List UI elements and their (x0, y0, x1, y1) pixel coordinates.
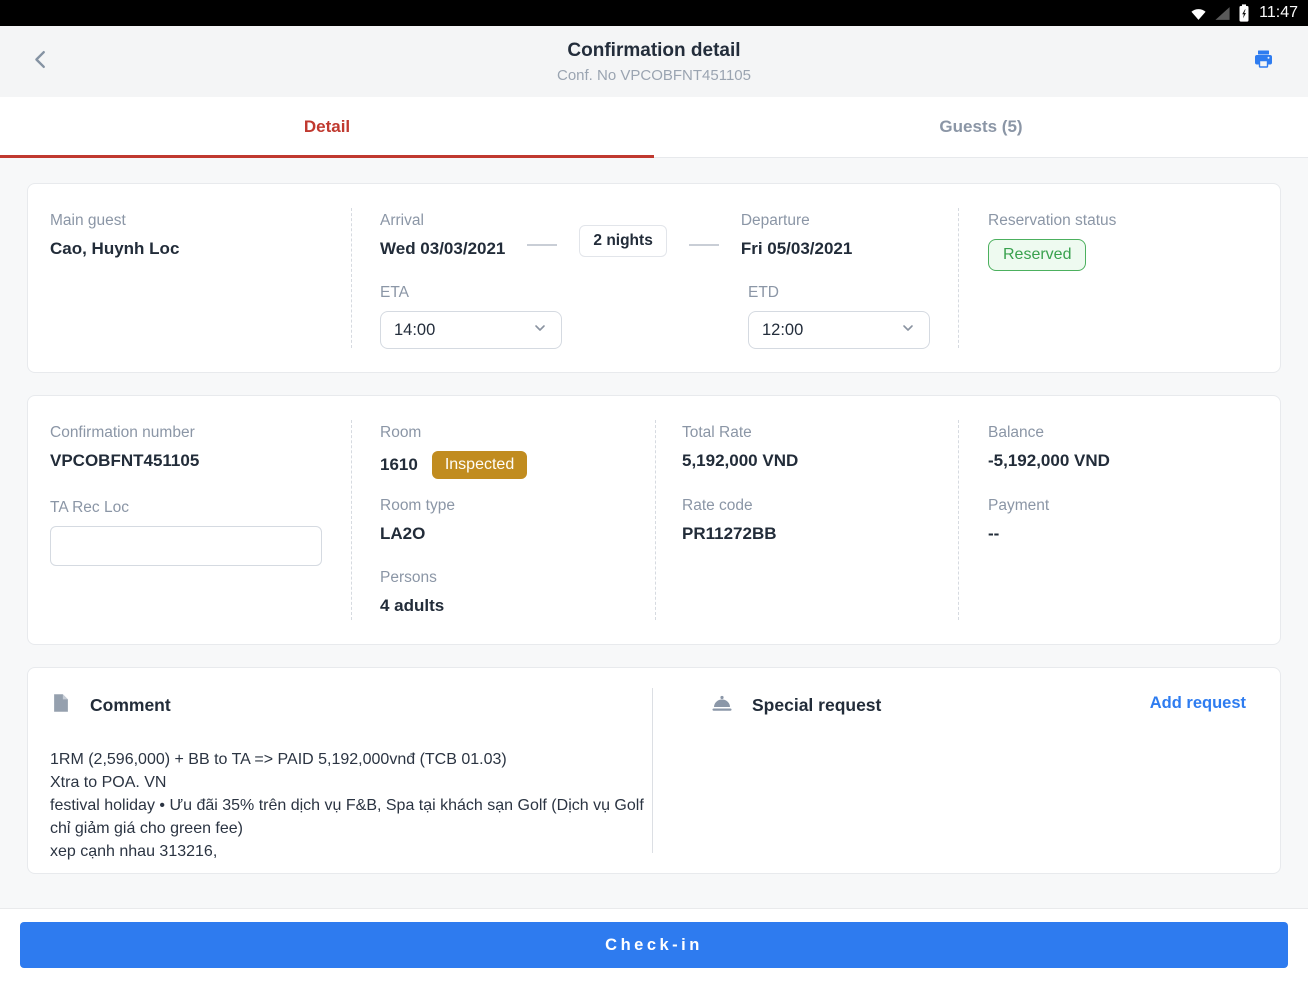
ta-rec-loc-label: TA Rec Loc (50, 499, 322, 517)
departure-label: Departure (741, 212, 853, 230)
reservation-status-field: Reservation status Reserved (988, 212, 1116, 271)
tab-guests[interactable]: Guests (5) (654, 97, 1308, 157)
eta-select[interactable]: 14:00 (380, 311, 562, 349)
divider (351, 208, 352, 348)
confirmation-number-field: Confirmation number VPCOBFNT451105 (50, 424, 199, 471)
status-bar: 11:47 (0, 0, 1308, 26)
total-rate-value: 5,192,000 VND (682, 451, 798, 471)
payment-label: Payment (988, 497, 1049, 515)
connector-dash (689, 244, 719, 246)
divider (652, 688, 653, 853)
rate-code-value: PR11272BB (682, 524, 777, 544)
room-type-field: Room type LA2O (380, 497, 455, 544)
ta-rec-loc-input[interactable] (50, 526, 322, 566)
balance-value: -5,192,000 VND (988, 451, 1110, 471)
etd-label: ETD (748, 284, 930, 302)
page-title: Confirmation detail (557, 40, 751, 62)
payment-field: Payment -- (988, 497, 1049, 544)
comment-header: Comment (50, 692, 171, 719)
total-rate-label: Total Rate (682, 424, 798, 442)
etd-field: ETD 12:00 (748, 284, 930, 349)
total-rate-field: Total Rate 5,192,000 VND (682, 424, 798, 471)
arrival-field: Arrival Wed 03/03/2021 (380, 212, 505, 259)
room-value: 1610 (380, 455, 418, 475)
departure-value: Fri 05/03/2021 (741, 239, 853, 259)
chevron-down-icon (532, 320, 548, 341)
special-request-header: Special request (710, 692, 881, 719)
main-guest-field: Main guest Cao, Huynh Loc (50, 212, 179, 259)
eta-value: 14:00 (394, 321, 435, 340)
persons-field: Persons 4 adults (380, 569, 444, 616)
back-button[interactable] (26, 44, 56, 79)
print-button[interactable] (1247, 43, 1280, 80)
special-request-title: Special request (752, 695, 881, 716)
balance-field: Balance -5,192,000 VND (988, 424, 1110, 471)
eta-label: ETA (380, 284, 562, 302)
content: Main guest Cao, Huynh Loc Arrival Wed 03… (0, 158, 1308, 908)
room-label: Room (380, 424, 527, 442)
stay-dates-row: Arrival Wed 03/03/2021 2 nights Departur… (380, 212, 852, 259)
add-request-link[interactable]: Add request (1150, 694, 1246, 713)
confirmation-number-value: VPCOBFNT451105 (50, 451, 199, 471)
balance-label: Balance (988, 424, 1110, 442)
comment-title: Comment (90, 695, 171, 716)
persons-label: Persons (380, 569, 444, 587)
arrival-label: Arrival (380, 212, 505, 230)
cloche-icon (710, 692, 734, 719)
chevron-down-icon (900, 320, 916, 341)
etd-select[interactable]: 12:00 (748, 311, 930, 349)
room-type-value: LA2O (380, 524, 455, 544)
departure-field: Departure Fri 05/03/2021 (741, 212, 853, 259)
room-type-label: Room type (380, 497, 455, 515)
payment-value: -- (988, 524, 1049, 544)
etd-value: 12:00 (762, 321, 803, 340)
stay-summary-card: Main guest Cao, Huynh Loc Arrival Wed 03… (27, 183, 1281, 373)
wifi-icon (1190, 6, 1207, 21)
footer: Check-in (0, 908, 1308, 981)
check-in-button[interactable]: Check-in (20, 922, 1288, 968)
reservation-status-badge: Reserved (988, 239, 1086, 271)
tab-bar: Detail Guests (5) (0, 97, 1308, 158)
connector-dash (527, 244, 557, 246)
room-inspected-badge: Inspected (432, 451, 527, 479)
reservation-details-card: Confirmation number VPCOBFNT451105 TA Re… (27, 395, 1281, 645)
eta-field: ETA 14:00 (380, 284, 562, 349)
divider (958, 208, 959, 348)
rate-code-field: Rate code PR11272BB (682, 497, 777, 544)
divider (655, 420, 656, 620)
notes-card: Comment 1RM (2,596,000) + BB to TA => PA… (27, 667, 1281, 874)
comment-text: 1RM (2,596,000) + BB to TA => PAID 5,192… (50, 748, 650, 863)
room-field: Room 1610 Inspected (380, 424, 527, 479)
confirmation-number-label: Confirmation number (50, 424, 199, 442)
divider (958, 420, 959, 620)
confirmation-number-subtitle: Conf. No VPCOBFNT451105 (557, 67, 751, 84)
main-guest-label: Main guest (50, 212, 179, 230)
header: Confirmation detail Conf. No VPCOBFNT451… (0, 26, 1308, 97)
rate-code-label: Rate code (682, 497, 777, 515)
tab-detail[interactable]: Detail (0, 97, 654, 157)
status-time: 11:47 (1259, 4, 1298, 22)
main-guest-value: Cao, Huynh Loc (50, 239, 179, 259)
persons-value: 4 adults (380, 596, 444, 616)
nights-chip: 2 nights (579, 225, 666, 257)
document-icon (50, 692, 72, 719)
reservation-status-label: Reservation status (988, 212, 1116, 230)
cellular-signal-icon (1214, 6, 1231, 21)
battery-charging-icon (1238, 4, 1250, 22)
ta-rec-loc-field: TA Rec Loc (50, 499, 322, 566)
header-titles: Confirmation detail Conf. No VPCOBFNT451… (557, 40, 751, 84)
divider (351, 420, 352, 620)
arrival-value: Wed 03/03/2021 (380, 239, 505, 259)
